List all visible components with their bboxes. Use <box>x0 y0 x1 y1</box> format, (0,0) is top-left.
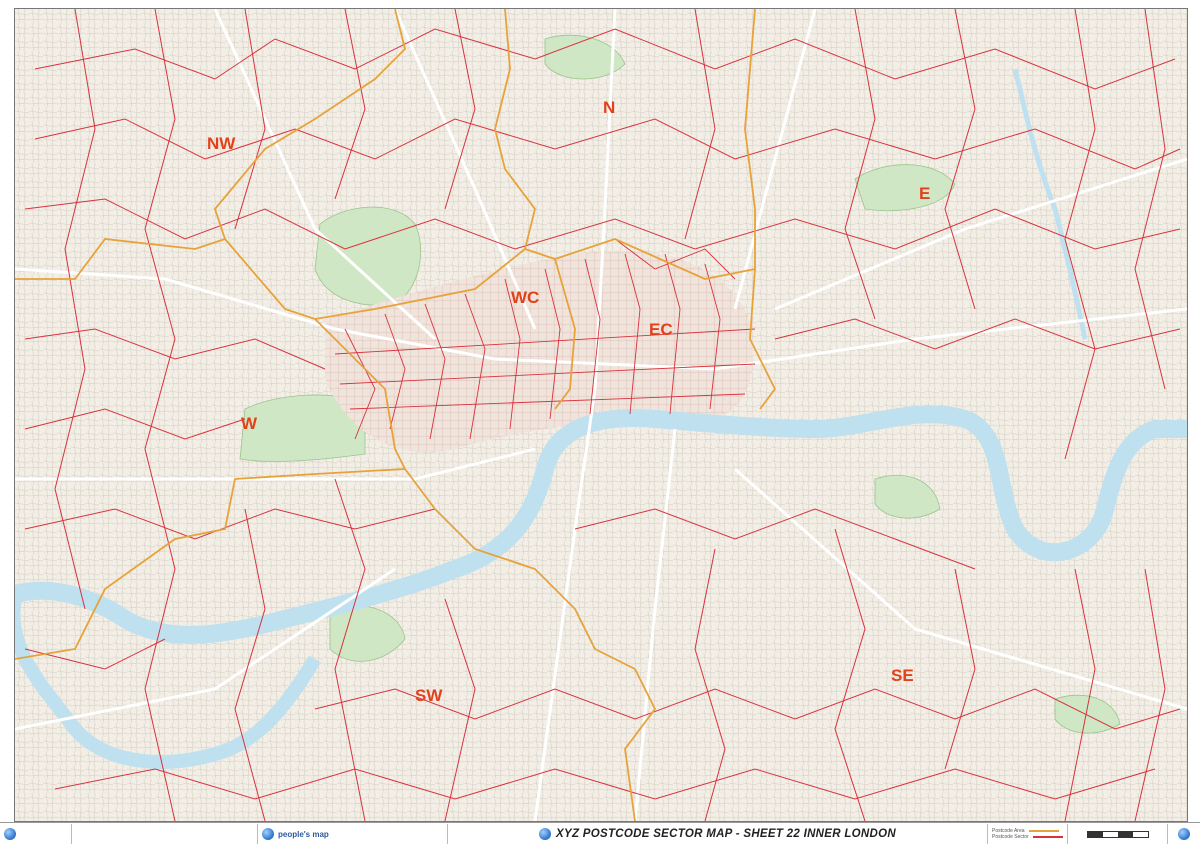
legend-sector-label: Postcode Sector <box>992 834 1029 840</box>
footer-brand: people's map <box>258 824 448 844</box>
footer-scale <box>1068 824 1168 844</box>
legend-sector-line <box>1032 836 1063 838</box>
globe-icon <box>262 828 274 840</box>
area-label-e: E <box>919 184 930 203</box>
area-label-w: W <box>241 414 258 433</box>
regents-park <box>314 206 422 306</box>
area-label-nw: NW <box>207 134 236 153</box>
area-label-n: N <box>603 98 615 117</box>
footer-legend: Postcode Area Postcode Sector <box>988 824 1068 844</box>
globe-icon <box>4 828 16 840</box>
area-label-se: SE <box>891 666 914 685</box>
map-canvas[interactable]: NW N E WC EC W SW SE <box>14 8 1188 822</box>
area-label-wc: WC <box>511 288 539 307</box>
footer-notes <box>72 824 258 844</box>
map-sheet: NW N E WC EC W SW SE people's map XYZ PO… <box>0 0 1200 845</box>
map-svg: NW N E WC EC W SW SE <box>15 9 1187 821</box>
globe-icon <box>1178 828 1190 840</box>
globe-icon <box>539 828 551 840</box>
footer-logo <box>1168 824 1200 844</box>
scale-bar <box>1086 830 1149 838</box>
map-footer: people's map XYZ POSTCODE SECTOR MAP - S… <box>0 822 1200 845</box>
brand-name: people's map <box>278 829 329 839</box>
area-label-ec: EC <box>649 320 673 339</box>
footer-copyright <box>0 824 72 844</box>
map-title: XYZ POSTCODE SECTOR MAP - SHEET 22 INNER… <box>556 828 896 840</box>
legend-area-line <box>1028 830 1059 832</box>
area-label-sw: SW <box>415 686 443 705</box>
footer-title-cell: XYZ POSTCODE SECTOR MAP - SHEET 22 INNER… <box>448 824 988 844</box>
